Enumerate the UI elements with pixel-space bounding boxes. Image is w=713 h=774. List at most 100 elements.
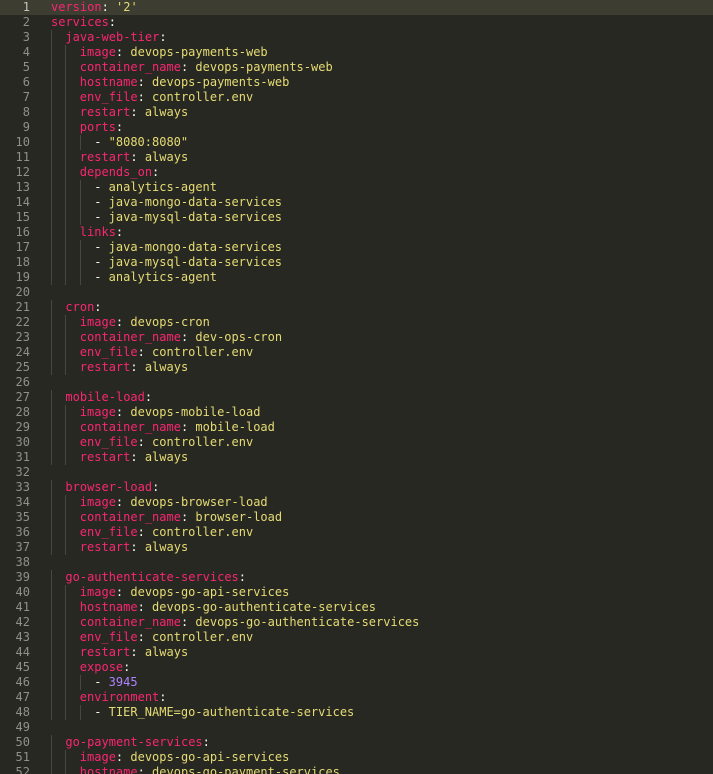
line-number: 3 (22, 30, 30, 44)
code-line[interactable]: 25 restart: always (0, 360, 713, 375)
code-line[interactable]: 14 - java-mongo-data-services (0, 195, 713, 210)
line-number: 25 (15, 360, 30, 374)
code-line[interactable]: 50 go-payment-services: (0, 735, 713, 750)
code-line[interactable]: 31 restart: always (0, 450, 713, 465)
yaml-key: mobile-load (65, 390, 145, 404)
code-line[interactable]: 13 - analytics-agent (0, 180, 713, 195)
yaml-punctuation: : (115, 750, 131, 764)
code-line[interactable]: 32 (0, 465, 713, 480)
code-line[interactable]: 28 image: devops-mobile-load (0, 405, 713, 420)
yaml-key: env_file (79, 345, 138, 359)
yaml-value: devops-payments-web (195, 60, 333, 74)
line-number: 44 (15, 645, 30, 659)
code-line[interactable]: 39 go-authenticate-services: (0, 570, 713, 585)
code-line[interactable]: 35 container_name: browser-load (0, 510, 713, 525)
code-line[interactable]: 11 restart: always (0, 150, 713, 165)
code-line[interactable]: 5 container_name: devops-payments-web (0, 60, 713, 75)
code-line[interactable]: 38 (0, 555, 713, 570)
line-text: env_file: controller.env (80, 525, 253, 540)
code-line[interactable]: 29 container_name: mobile-load (0, 420, 713, 435)
code-line[interactable]: 3 java-web-tier: (0, 30, 713, 45)
line-text: cron: (65, 300, 101, 315)
code-line[interactable]: 4 image: devops-payments-web (0, 45, 713, 60)
yaml-punctuation: : (238, 570, 247, 584)
indent-guide (51, 60, 52, 75)
yaml-key: restart (79, 150, 131, 164)
code-line[interactable]: 48 - TIER_NAME=go-authenticate-services (0, 705, 713, 720)
code-line[interactable]: 42 container_name: devops-go-authenticate… (0, 615, 713, 630)
indent-guide (51, 255, 52, 270)
code-line[interactable]: 27 mobile-load: (0, 390, 713, 405)
line-text: mobile-load: (65, 390, 152, 405)
indent-guide (65, 225, 67, 240)
code-line[interactable]: 43 env_file: controller.env (0, 630, 713, 645)
code-line[interactable]: 1 version: '2' (0, 0, 713, 15)
line-text: container_name: devops-payments-web (80, 60, 333, 75)
code-line[interactable]: 15 - java-mysql-data-services (0, 210, 713, 225)
code-line[interactable]: 19 - analytics-agent (0, 270, 713, 285)
code-line[interactable]: 23 container_name: dev-ops-cron (0, 330, 713, 345)
code-line[interactable]: 44 restart: always (0, 645, 713, 660)
code-editor[interactable]: 1 version: '2' 2 services: 3 java-web-tier: 4 i… (0, 0, 713, 774)
code-line[interactable]: 30 env_file: controller.env (0, 435, 713, 450)
indent-guide (51, 675, 52, 690)
line-number: 29 (15, 420, 30, 434)
code-line[interactable]: 26 (0, 375, 713, 390)
code-line[interactable]: 24 env_file: controller.env (0, 345, 713, 360)
code-line[interactable]: 18 - java-mysql-data-services (0, 255, 713, 270)
yaml-punctuation: : (130, 645, 145, 659)
line-number: 36 (15, 525, 30, 539)
code-line[interactable]: 22 image: devops-cron (0, 315, 713, 330)
code-line[interactable]: 52 hostname: devops-go-payment-services (0, 765, 713, 774)
code-line[interactable]: 10 - "8080:8080" (0, 135, 713, 150)
yaml-value: devops-payments-web (152, 75, 290, 89)
line-number: 16 (15, 225, 30, 239)
indent-guide (51, 585, 52, 600)
code-line[interactable]: 49 (0, 720, 713, 735)
indent-guide (65, 255, 67, 270)
yaml-punctuation: - (94, 240, 109, 254)
code-line[interactable]: 21 cron: (0, 300, 713, 315)
code-line[interactable]: 51 image: devops-go-api-services (0, 750, 713, 765)
line-number: 4 (22, 45, 30, 59)
yaml-key: hostname (79, 75, 138, 89)
line-text: - java-mongo-data-services (94, 240, 282, 255)
code-line[interactable]: 9 ports: (0, 120, 713, 135)
indent-guide (51, 645, 52, 660)
yaml-punctuation: : (94, 300, 102, 314)
indent-guide (65, 165, 67, 180)
line-number: 32 (15, 465, 30, 479)
code-line[interactable]: 41 hostname: devops-go-authenticate-servi… (0, 600, 713, 615)
code-line[interactable]: 12 depends_on: (0, 165, 713, 180)
indent-guide (51, 180, 52, 195)
yaml-punctuation: : (137, 525, 153, 539)
code-line[interactable]: 2 services: (0, 15, 713, 30)
code-line[interactable]: 16 links: (0, 225, 713, 240)
yaml-key: go-payment-services (65, 735, 203, 749)
code-line[interactable]: 40 image: devops-go-api-services (0, 585, 713, 600)
code-line[interactable]: 8 restart: always (0, 105, 713, 120)
code-line[interactable]: 37 restart: always (0, 540, 713, 555)
yaml-punctuation: : (152, 480, 160, 494)
yaml-punctuation: : (130, 150, 145, 164)
code-line[interactable]: 7 env_file: controller.env (0, 90, 713, 105)
code-line[interactable]: 34 image: devops-browser-load (0, 495, 713, 510)
code-line[interactable]: 47 environment: (0, 690, 713, 705)
indent-guide (65, 330, 67, 345)
yaml-key: image (79, 750, 116, 764)
indent-guide (65, 60, 67, 75)
code-line[interactable]: 20 (0, 285, 713, 300)
yaml-punctuation: : (180, 420, 196, 434)
indent-guide (65, 345, 67, 360)
code-line[interactable]: 45 expose: (0, 660, 713, 675)
line-number: 28 (15, 405, 30, 419)
line-number: 14 (15, 195, 30, 209)
code-line[interactable]: 17 - java-mongo-data-services (0, 240, 713, 255)
code-line[interactable]: 33 browser-load: (0, 480, 713, 495)
code-line[interactable]: 6 hostname: devops-payments-web (0, 75, 713, 90)
code-line[interactable]: 46 - 3945 (0, 675, 713, 690)
code-line[interactable]: 36 env_file: controller.env (0, 525, 713, 540)
line-number: 46 (15, 675, 30, 689)
line-number: 45 (15, 660, 30, 674)
yaml-value: always (144, 105, 189, 119)
